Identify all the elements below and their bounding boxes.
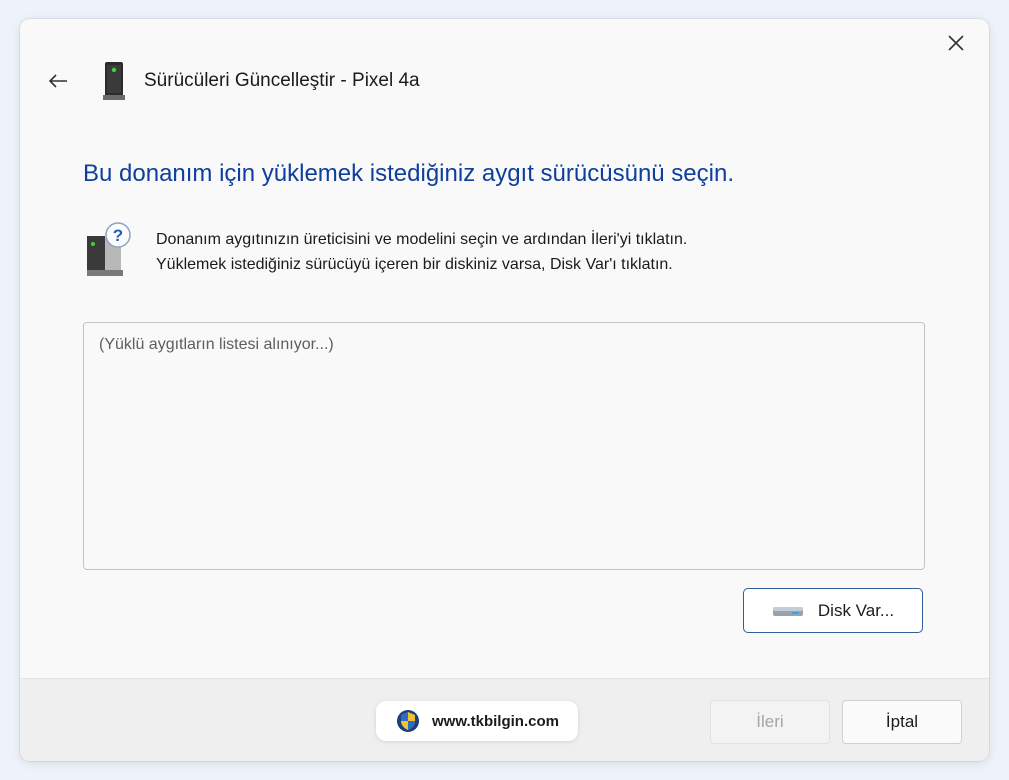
- cancel-button[interactable]: İptal: [842, 700, 962, 744]
- page-heading: Bu donanım için yüklemek istediğiniz ayg…: [83, 160, 734, 187]
- instruction-line-1: Donanım aygıtınızın üreticisini ve model…: [156, 231, 688, 248]
- window-title: Sürücüleri Güncelleştir - Pixel 4a: [144, 70, 420, 91]
- dialog-footer: www.tkbilgin.com İleri İptal: [20, 678, 989, 761]
- watermark-badge: www.tkbilgin.com: [376, 701, 578, 741]
- watermark-text: www.tkbilgin.com: [432, 712, 559, 730]
- device-list[interactable]: (Yüklü aygıtların listesi alınıyor...): [83, 322, 925, 570]
- svg-text:?: ?: [113, 226, 123, 245]
- back-arrow-icon[interactable]: [48, 73, 68, 89]
- disk-drive-icon: [772, 606, 803, 616]
- instruction-line-2: Yüklemek istediğiniz sürücüyü içeren bir…: [156, 256, 673, 273]
- shield-icon: [397, 710, 419, 732]
- phone-device-icon: [103, 62, 125, 100]
- have-disk-button[interactable]: Disk Var...: [743, 588, 923, 633]
- close-button[interactable]: [942, 29, 970, 57]
- device-list-status: (Yüklü aygıtların listesi alınıyor...): [99, 336, 334, 353]
- update-drivers-dialog: Sürücüleri Güncelleştir - Pixel 4a Bu do…: [20, 19, 989, 761]
- next-button[interactable]: İleri: [710, 700, 830, 744]
- hardware-question-icon: ?: [87, 222, 131, 276]
- close-icon[interactable]: [948, 35, 964, 51]
- have-disk-label: Disk Var...: [817, 600, 895, 620]
- back-button[interactable]: [46, 69, 70, 93]
- instructions: Donanım aygıtınızın üreticisini ve model…: [156, 227, 687, 277]
